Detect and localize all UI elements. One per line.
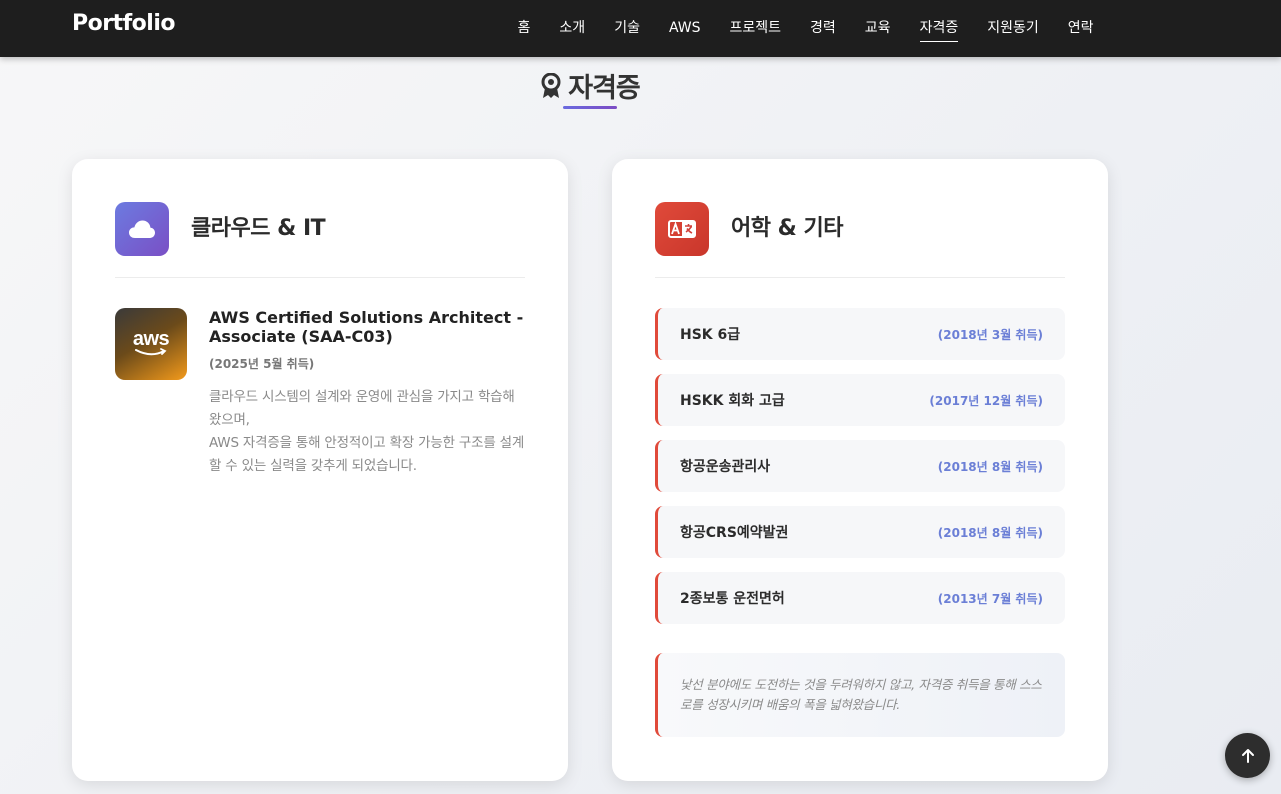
cloud-icon xyxy=(115,202,169,256)
cert-name: 항공CRS예약발권 xyxy=(680,525,789,541)
cert-date: (2018년 8월 취득) xyxy=(937,525,1043,540)
cert-date: (2017년 12월 취득) xyxy=(929,393,1043,408)
list-item: HSKK 회화 고급 (2017년 12월 취득) xyxy=(655,374,1065,426)
nav-item-certifications[interactable]: 자격증 xyxy=(905,0,973,57)
aws-logo: aws xyxy=(115,308,187,380)
nav-menu: 홈 소개 기술 AWS 프로젝트 경력 교육 자격증 지원동기 연락 xyxy=(503,0,1108,57)
nav-item-home[interactable]: 홈 xyxy=(503,0,545,57)
cert-name: 항공운송관리사 xyxy=(680,459,771,475)
nav-item-aws[interactable]: AWS xyxy=(654,0,715,57)
section-title: 자격증 xyxy=(568,73,641,104)
note-quote: 낯선 분야에도 도전하는 것을 두려워하지 않고, 자격증 취득을 통해 스스로… xyxy=(655,653,1065,737)
language-other-card: 어학 & 기타 HSK 6급 (2018년 3월 취득) HSKK 회화 고급 … xyxy=(612,159,1108,781)
list-item: 항공CRS예약발권 (2018년 8월 취득) xyxy=(655,506,1065,558)
cert-date: (2018년 8월 취득) xyxy=(937,459,1043,474)
nav-item-career[interactable]: 경력 xyxy=(796,0,851,57)
list-item: 2종보통 운전면허 (2013년 7월 취득) xyxy=(655,572,1065,624)
card-title: 어학 & 기타 xyxy=(731,216,843,241)
cert-name: HSK 6급 xyxy=(680,327,741,343)
cert-name: AWS Certified Solutions Architect - Asso… xyxy=(209,308,524,346)
cert-description: 클라우드 시스템의 설계와 운영에 관심을 가지고 학습해 왔으며, AWS 자… xyxy=(209,386,528,478)
scroll-top-button[interactable] xyxy=(1225,733,1270,778)
card-header: 클라우드 & IT xyxy=(115,202,525,278)
top-navbar: Portfolio 홈 소개 기술 AWS 프로젝트 경력 교육 자격증 지원동… xyxy=(0,0,1281,57)
cert-body: AWS Certified Solutions Architect - Asso… xyxy=(209,308,528,478)
aws-cert-entry: aws AWS Certified Solutions Architect - … xyxy=(115,308,528,478)
list-item: HSK 6급 (2018년 3월 취득) xyxy=(655,308,1065,360)
nav-item-about[interactable]: 소개 xyxy=(545,0,600,57)
cert-desc-line1: 클라우드 시스템의 설계와 운영에 관심을 가지고 학습해 왔으며, xyxy=(209,389,515,428)
cert-desc-line2: AWS 자격증을 통해 안정적이고 확장 가능한 구조를 설계할 수 있는 실력… xyxy=(209,435,525,474)
language-list: HSK 6급 (2018년 3월 취득) HSKK 회화 고급 (2017년 1… xyxy=(655,308,1065,638)
section-heading: 자격증 xyxy=(0,66,1180,105)
nav-item-skills[interactable]: 기술 xyxy=(600,0,655,57)
cert-date: (2018년 3월 취득) xyxy=(937,327,1043,342)
nav-item-contact[interactable]: 연락 xyxy=(1053,0,1108,57)
aws-smile-icon xyxy=(135,348,167,356)
card-title: 클라우드 & IT xyxy=(191,216,326,241)
nav-item-motivation[interactable]: 지원동기 xyxy=(973,0,1054,57)
card-header: 어학 & 기타 xyxy=(655,202,1065,278)
cloud-it-card: 클라우드 & IT aws AWS Certified Solutions Ar… xyxy=(72,159,568,781)
arrow-up-icon xyxy=(1241,748,1254,763)
cert-name: 2종보통 운전면허 xyxy=(680,591,785,607)
translate-icon xyxy=(655,202,709,256)
list-item: 항공운송관리사 (2018년 8월 취득) xyxy=(655,440,1065,492)
nav-item-projects[interactable]: 프로젝트 xyxy=(715,0,796,57)
award-icon xyxy=(540,72,562,99)
title-underline xyxy=(563,106,617,109)
cert-name: HSKK 회화 고급 xyxy=(680,393,785,409)
nav-item-education[interactable]: 교육 xyxy=(850,0,905,57)
cert-date: (2025년 5월 취득) xyxy=(209,357,315,371)
cert-date: (2013년 7월 취득) xyxy=(937,591,1043,606)
brand-logo[interactable]: Portfolio xyxy=(72,11,176,36)
